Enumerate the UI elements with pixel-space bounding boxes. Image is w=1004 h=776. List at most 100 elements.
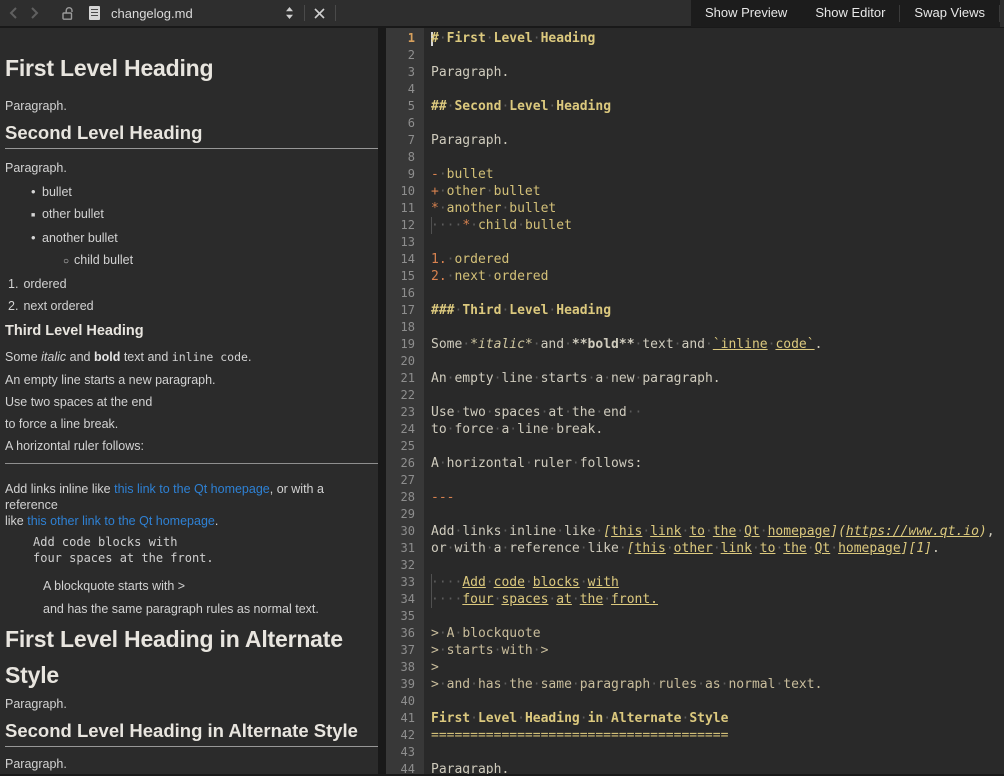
preview-heading-h3: Third Level Heading [5,322,372,340]
editor-line[interactable] [431,81,1004,98]
list-item: •another bullet [5,227,372,249]
editor-line[interactable] [431,557,1004,574]
swap-views-button[interactable]: Swap Views [900,0,999,26]
show-editor-button[interactable]: Show Editor [801,0,899,26]
horizontal-rule [5,463,378,464]
editor-line[interactable]: #·First·Level·Heading [431,30,1004,47]
code-segment: Use [431,405,454,420]
code-segment: the [509,677,532,692]
editor-line[interactable]: Paragraph. [431,64,1004,81]
editor-line[interactable] [431,149,1004,166]
editor-line[interactable]: to·force·a·line·break. [431,421,1004,438]
editor-line[interactable]: Paragraph. [431,132,1004,149]
line-number: 5 [386,98,424,115]
ordered-number: 2. [8,295,18,317]
editor-line[interactable] [431,387,1004,404]
code-segment: two [462,405,485,420]
editor-line[interactable]: Some·*italic*·and·**bold**·text·and·`inl… [431,336,1004,353]
editor-line[interactable]: +·other·bullet [431,183,1004,200]
preview-link[interactable]: this other link to the Qt homepage [27,514,215,528]
code-segment: ### [431,303,454,318]
code-segment: ] [901,541,909,556]
code-segment: Add [462,575,485,590]
text-segment: like [5,514,27,528]
editor-line[interactable]: 2.·next·ordered [431,268,1004,285]
code-segment: starts [541,371,588,386]
editor-line[interactable]: A·horizontal·ruler·follows: [431,455,1004,472]
line-number: 43 [386,744,424,761]
line-number: 24 [386,421,424,438]
editor-line[interactable]: ##·Second·Level·Heading [431,98,1004,115]
editor-line[interactable] [431,438,1004,455]
editor-line[interactable] [431,693,1004,710]
whitespace-dots: · [650,676,658,693]
whitespace-dots: · [439,625,447,642]
editor-line[interactable]: Add·links·inline·like·[this·link·to·the·… [431,523,1004,540]
code-segment: . [932,541,940,556]
editor-line[interactable]: --- [431,489,1004,506]
editor-line[interactable]: First·Level·Heading·in·Alternate·Style [431,710,1004,727]
editor-line[interactable]: ====================================== [431,727,1004,744]
editor-line[interactable]: *·another·bullet [431,200,1004,217]
preview-link[interactable]: this link to the Qt homepage [114,482,270,496]
editor-line[interactable]: ····four·spaces·at·the·front. [431,591,1004,608]
code-segment: > [431,660,439,675]
pane-divider[interactable] [378,28,386,774]
bullet-marker-disc: • [31,227,42,249]
code-area[interactable]: #·First·Level·Heading Paragraph. ##·Second… [424,28,1004,774]
open-document-name[interactable]: changelog.md [111,6,193,21]
line-number: 36 [386,625,424,642]
document-switcher-button[interactable] [285,6,294,20]
whitespace-dots: · [556,523,564,540]
editor-line[interactable]: >·starts·with·> [431,642,1004,659]
editor-line[interactable] [431,472,1004,489]
editor-line[interactable] [431,285,1004,302]
preview-heading-h1: First Level Heading in Alternate Style [5,621,372,693]
editor-line[interactable] [431,353,1004,370]
line-number: 4 [386,81,424,98]
editor-line[interactable] [431,115,1004,132]
code-segment: Level [494,31,533,46]
editor-line[interactable] [431,744,1004,761]
list-item-text: child bullet [74,253,133,267]
back-button[interactable] [9,6,18,20]
editor-line[interactable]: >·and·has·the·same·paragraph·rules·as·no… [431,676,1004,693]
forward-button[interactable] [30,6,39,20]
close-document-button[interactable] [314,8,325,19]
code-segment: [ [627,541,635,556]
code-segment: front. [611,592,658,607]
editor-line[interactable]: 1.·ordered [431,251,1004,268]
line-number: 1 [386,30,424,47]
editor-line[interactable]: ····*·child·bullet [431,217,1004,234]
editor-line[interactable]: or·with·a·reference·like·[this·other·lin… [431,540,1004,557]
editor-line[interactable]: -·bullet [431,166,1004,183]
list-item-text: ordered [23,277,66,291]
preview-ordered-list: 1.ordered2.next ordered [5,273,372,317]
editor-line[interactable] [431,234,1004,251]
line-number-gutter: 1234567891011121314151617181920212223242… [386,28,424,774]
bullet-marker-disc: • [31,181,42,203]
editor-line[interactable] [431,506,1004,523]
editor-line[interactable] [431,608,1004,625]
code-segment: rules [658,677,697,692]
code-segment: another [447,201,502,216]
editor-line[interactable]: > [431,659,1004,676]
editor-line[interactable]: An·empty·line·starts·a·new·paragraph. [431,370,1004,387]
code-segment: and [447,677,470,692]
editor-line[interactable]: ###·Third·Level·Heading [431,302,1004,319]
show-preview-button[interactable]: Show Preview [691,0,801,26]
line-number: 8 [386,149,424,166]
code-segment: the [580,592,603,607]
editor-line[interactable]: Paragraph. [431,761,1004,774]
editor-line[interactable] [431,319,1004,336]
code-segment: Style [689,711,728,726]
editor-line[interactable]: Use·two·spaces·at·the·end·· [431,404,1004,421]
code-segment: Alternate [611,711,681,726]
editor-line[interactable]: >·A·blockquote [431,625,1004,642]
code-segment: --- [431,490,454,505]
blockquote-line: A blockquote starts with > [43,575,372,598]
editor-line[interactable] [431,47,1004,64]
whitespace-dots: · [674,336,682,353]
editor-line[interactable]: ····Add·code·blocks·with [431,574,1004,591]
text-segment: . [248,350,251,364]
